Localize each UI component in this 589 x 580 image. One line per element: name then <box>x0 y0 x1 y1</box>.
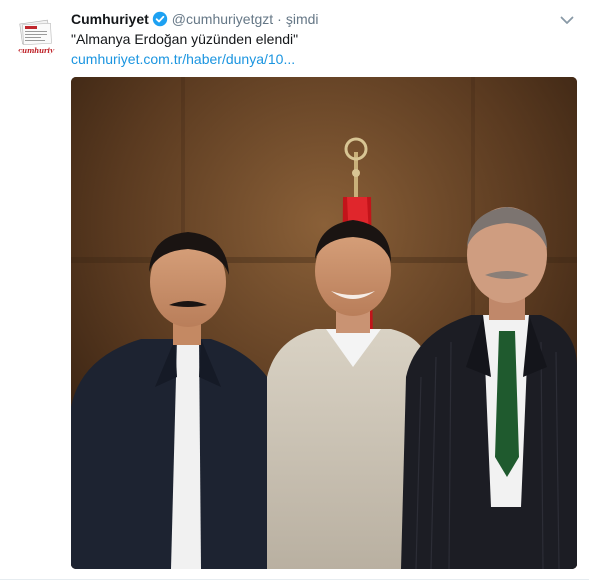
photo-illustration <box>71 77 577 569</box>
author-name[interactable]: Cumhuriyet <box>71 11 149 27</box>
chevron-down-icon[interactable] <box>559 12 575 28</box>
tweet-card[interactable]: cumhuriyet Cumhuriyet @cumhuriyetgzt · ş… <box>0 0 589 580</box>
verified-badge-icon <box>152 11 168 27</box>
separator-dot: · <box>277 11 282 27</box>
screen-name[interactable]: @cumhuriyetgzt <box>172 11 273 27</box>
avatar-logo-text: cumhuriyet <box>18 46 59 55</box>
tweet-photo[interactable] <box>71 77 577 569</box>
tweet-header: Cumhuriyet @cumhuriyetgzt · şimdi <box>71 9 319 29</box>
tweet-link[interactable]: cumhuriyet.com.tr/haber/dunya/10... <box>71 49 295 69</box>
avatar[interactable]: cumhuriyet <box>13 13 59 59</box>
tweet-text: "Almanya Erdoğan yüzünden elendi" <box>71 31 299 47</box>
timestamp[interactable]: şimdi <box>286 11 319 27</box>
